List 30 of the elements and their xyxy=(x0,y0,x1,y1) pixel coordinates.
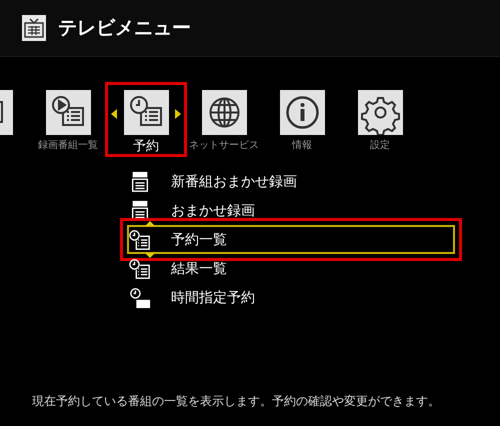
settings-icon xyxy=(358,90,402,135)
menu-label: ネットサービス xyxy=(189,139,259,152)
submenu-item[interactable]: 結果一覧 xyxy=(127,254,455,283)
clock-list-icon xyxy=(124,90,168,135)
submenu-item[interactable]: 時間指定予約 xyxy=(127,283,455,312)
description-text: 現在予約している番組の一覧を表示します。予約の確認や変更ができます。 xyxy=(32,394,440,408)
clock-tag-icon xyxy=(129,286,151,308)
menu-item[interactable]: ネットサービス xyxy=(185,84,263,155)
play-list-icon xyxy=(46,90,90,135)
menu-label: 録画番組一覧 xyxy=(38,138,98,152)
submenu-item[interactable]: おまかせ録画 xyxy=(127,196,455,225)
menu-label: 予約 xyxy=(133,138,159,155)
menu-item[interactable]: 予約 xyxy=(107,84,185,155)
clock-list-icon xyxy=(129,228,151,250)
menu-label: 情報 xyxy=(292,138,312,152)
tv-icon xyxy=(22,15,46,41)
left-arrow-icon xyxy=(111,109,117,119)
submenu-item[interactable]: 新番組おまかせ録画 xyxy=(127,167,455,196)
globe-icon xyxy=(202,90,246,135)
up-arrow-icon xyxy=(145,221,155,226)
right-arrow-icon xyxy=(175,109,181,119)
window-title: テレビメニュー xyxy=(58,16,191,41)
clock-list-icon xyxy=(129,258,151,280)
menu-label: 設定 xyxy=(370,138,390,152)
menu-item[interactable]: 設定 xyxy=(341,84,419,155)
tagged-list-icon xyxy=(129,170,151,192)
info-icon xyxy=(280,90,324,135)
down-arrow-icon xyxy=(145,253,155,258)
menu-item[interactable]: 録画番組一覧 xyxy=(29,84,107,155)
menu-item[interactable]: 情報 xyxy=(263,84,341,155)
